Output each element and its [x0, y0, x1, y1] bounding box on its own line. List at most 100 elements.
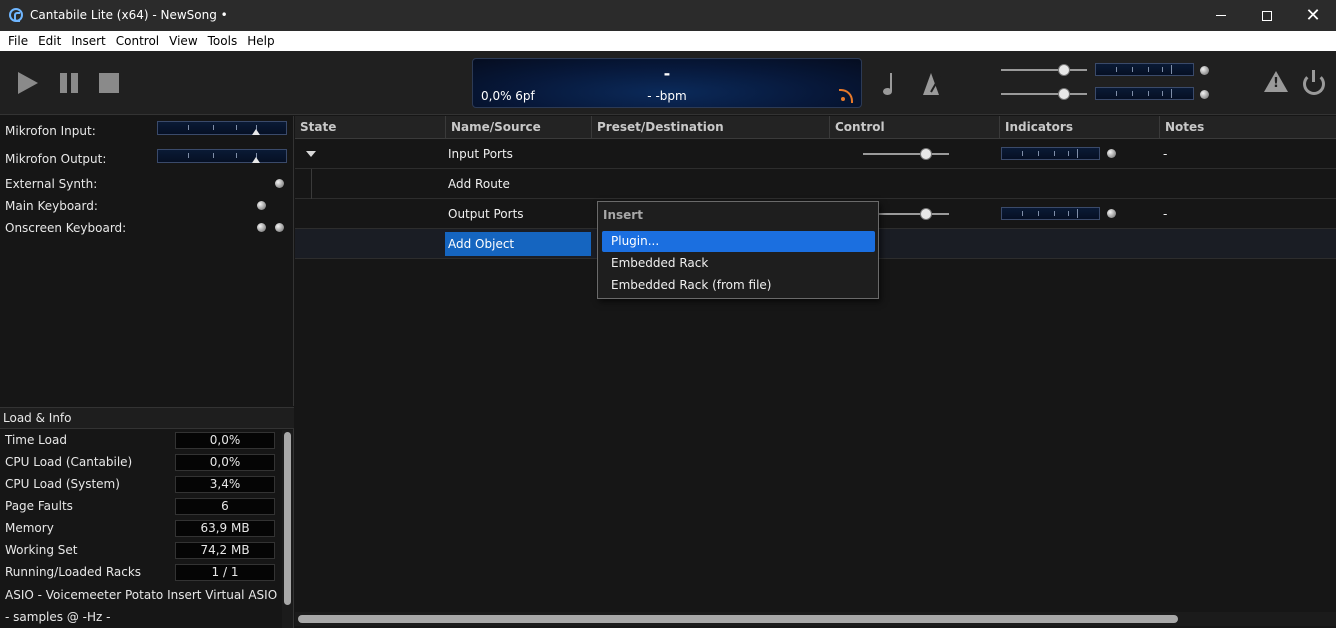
- load-row: CPU Load (System) 3,4%: [0, 474, 282, 496]
- master-input-meter: [1095, 63, 1194, 76]
- maximize-button[interactable]: [1244, 0, 1290, 31]
- close-icon: ✕: [1305, 4, 1321, 26]
- menu-file[interactable]: File: [3, 31, 33, 51]
- meter-tick: [1068, 211, 1069, 216]
- load-info-panel: Load & Info Time Load 0,0% CPU Load (Can…: [0, 407, 294, 628]
- warning-icon[interactable]: [1264, 71, 1288, 93]
- column-header-indicators[interactable]: Indicators: [999, 116, 1159, 139]
- port-row[interactable]: Main Keyboard:: [0, 196, 294, 218]
- port-row[interactable]: External Synth:: [0, 174, 294, 196]
- note-icon[interactable]: [883, 73, 899, 97]
- slider-thumb[interactable]: [920, 208, 932, 220]
- load-label: Memory: [5, 521, 54, 535]
- collapse-arrow-icon[interactable]: [306, 151, 316, 157]
- menu-view[interactable]: View: [164, 31, 202, 51]
- load-panel-scrollbar[interactable]: [282, 430, 293, 628]
- load-value: 6: [175, 498, 275, 515]
- column-header-control[interactable]: Control: [829, 116, 999, 139]
- menu-control[interactable]: Control: [111, 31, 164, 51]
- sample-rate-info: - samples @ -Hz -: [5, 610, 111, 624]
- load-row: Running/Loaded Racks 1 / 1: [0, 562, 282, 584]
- load-row: Working Set 74,2 MB: [0, 540, 282, 562]
- meter-tick: [1171, 65, 1172, 74]
- menu-item-embedded-rack[interactable]: Embedded Rack: [602, 253, 875, 274]
- scrollbar-thumb[interactable]: [298, 615, 1178, 623]
- menu-item-plugin[interactable]: Plugin...: [602, 231, 875, 252]
- load-info-header[interactable]: Load & Info: [0, 407, 294, 429]
- slider-track: [1001, 93, 1087, 95]
- slider-thumb[interactable]: [1058, 64, 1070, 76]
- table-horizontal-scrollbar[interactable]: [295, 612, 1336, 626]
- activity-led: [275, 223, 284, 232]
- pause-icon[interactable]: [58, 71, 82, 95]
- menu-help[interactable]: Help: [242, 31, 279, 51]
- output-ports-meter: [1001, 207, 1100, 220]
- activity-led: [257, 223, 266, 232]
- add-route-button[interactable]: Add Route: [448, 177, 510, 191]
- transport-display[interactable]: - 0,0% 6pf - -bpm: [472, 58, 862, 108]
- slider-thumb[interactable]: [920, 148, 932, 160]
- title-bar: Cantabile Lite (x64) - NewSong • ✕: [0, 0, 1336, 31]
- table-row[interactable]: Add Route: [295, 169, 1336, 199]
- meter-tick: [1116, 67, 1117, 72]
- scrollbar-thumb[interactable]: [284, 432, 291, 605]
- menu-edit[interactable]: Edit: [33, 31, 66, 51]
- row-notes: -: [1163, 147, 1168, 161]
- meter-tick: [1162, 91, 1163, 96]
- menu-item-embedded-rack-from-file[interactable]: Embedded Rack (from file): [602, 275, 875, 296]
- master-output-gain-slider[interactable]: [1001, 88, 1087, 100]
- meter-tick: [188, 153, 189, 158]
- meter-tick: [1022, 211, 1023, 216]
- load-row: CPU Load (Cantabile) 0,0%: [0, 452, 282, 474]
- load-value: 63,9 MB: [175, 520, 275, 537]
- column-header-state[interactable]: State: [295, 116, 445, 139]
- metronome-icon[interactable]: [920, 71, 942, 97]
- activity-led: [1107, 149, 1116, 158]
- meter-tick: [1038, 211, 1039, 216]
- port-row[interactable]: Mikrofon Input:: [0, 121, 294, 143]
- minimize-button[interactable]: [1198, 0, 1244, 31]
- meter-pointer[interactable]: [252, 129, 260, 135]
- column-header-preset-destination[interactable]: Preset/Destination: [591, 116, 829, 139]
- meter-tick: [1068, 151, 1069, 156]
- load-value: 1 / 1: [175, 564, 275, 581]
- port-row[interactable]: Onscreen Keyboard:: [0, 218, 294, 240]
- meter-tick: [188, 125, 189, 130]
- add-object-button[interactable]: Add Object: [445, 232, 591, 256]
- port-label: Onscreen Keyboard:: [5, 221, 127, 235]
- column-header-name-source[interactable]: Name/Source: [445, 116, 591, 139]
- slider-thumb[interactable]: [1058, 88, 1070, 100]
- meter-tick: [1077, 149, 1078, 158]
- load-row: Page Faults 6: [0, 496, 282, 518]
- play-icon[interactable]: [16, 71, 40, 95]
- column-header-notes[interactable]: Notes: [1159, 116, 1336, 139]
- meter-pointer[interactable]: [252, 157, 260, 163]
- input-ports-gain-slider[interactable]: [863, 148, 949, 160]
- stop-icon[interactable]: [98, 71, 122, 95]
- ports-panel: Mikrofon Input: Mikrofon Output: Externa…: [0, 116, 294, 406]
- port-row[interactable]: Mikrofon Output:: [0, 149, 294, 171]
- minimize-icon: [1216, 15, 1226, 16]
- menu-tools[interactable]: Tools: [203, 31, 243, 51]
- load-label: CPU Load (Cantabile): [5, 455, 133, 469]
- cantabile-logo-icon: [9, 8, 23, 22]
- port-label: Mikrofon Input:: [5, 124, 96, 138]
- meter-tick: [1022, 151, 1023, 156]
- power-icon[interactable]: [1302, 69, 1326, 95]
- window-title: Cantabile Lite (x64) - NewSong •: [30, 8, 228, 22]
- master-output-led: [1200, 90, 1209, 99]
- master-input-gain-slider[interactable]: [1001, 64, 1087, 76]
- load-label: Running/Loaded Racks: [5, 565, 142, 579]
- transport-toolbar: - 0,0% 6pf - -bpm: [0, 51, 1336, 115]
- master-output-meter: [1095, 87, 1194, 100]
- app-window: Cantabile Lite (x64) - NewSong • ✕ File …: [0, 0, 1336, 628]
- row-name: Input Ports: [448, 147, 513, 161]
- table-row[interactable]: Input Ports -: [295, 139, 1336, 169]
- tree-line: [311, 169, 312, 199]
- master-input-led: [1200, 66, 1209, 75]
- lcd-position: -: [663, 64, 671, 83]
- activity-led: [1107, 209, 1116, 218]
- close-button[interactable]: ✕: [1290, 0, 1336, 31]
- menu-insert[interactable]: Insert: [66, 31, 110, 51]
- row-name: Output Ports: [448, 207, 524, 221]
